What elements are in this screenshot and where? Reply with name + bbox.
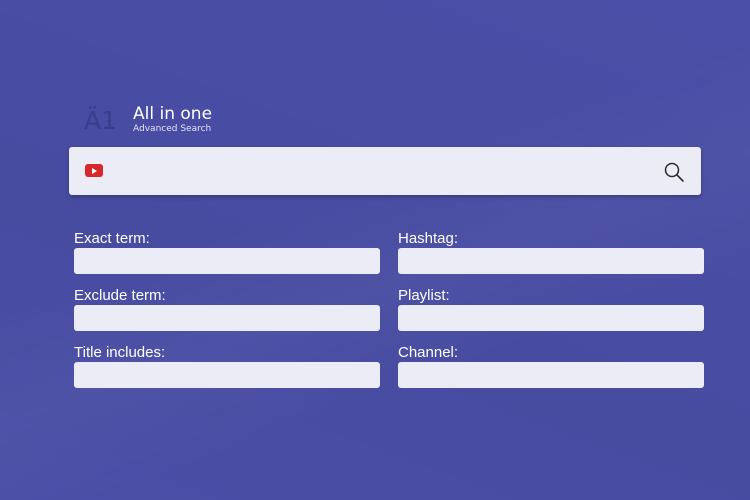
- channel-input[interactable]: [398, 362, 704, 388]
- hashtag-input[interactable]: [398, 248, 704, 274]
- search-input[interactable]: [117, 155, 651, 189]
- exclude-term-label: Exclude term:: [74, 287, 166, 304]
- search-icon[interactable]: [663, 161, 685, 183]
- youtube-icon[interactable]: [85, 164, 103, 177]
- exclude-term-input[interactable]: [74, 305, 380, 331]
- playlist-field: Playlist:: [398, 288, 704, 331]
- brand-subtitle: Advanced Search: [133, 124, 212, 134]
- channel-label: Channel:: [398, 344, 459, 361]
- playlist-input[interactable]: [398, 305, 704, 331]
- playlist-label: Playlist:: [398, 287, 450, 304]
- exact-term-field: Exact term:: [74, 231, 380, 274]
- title-includes-field: Title includes:: [74, 345, 380, 388]
- hashtag-field: Hashtag:: [398, 231, 704, 274]
- hashtag-label: Hashtag:: [398, 230, 459, 247]
- brand-logo: Ä1 All in one Advanced Search: [84, 106, 212, 134]
- exact-term-input[interactable]: [74, 248, 380, 274]
- channel-field: Channel:: [398, 345, 704, 388]
- title-includes-label: Title includes:: [74, 344, 166, 361]
- brand-title: All in one: [133, 104, 213, 124]
- logo-mark: Ä1: [84, 106, 118, 135]
- exclude-term-field: Exclude term:: [74, 288, 380, 331]
- search-bar: [69, 147, 701, 195]
- brand-text: All in one Advanced Search: [133, 106, 212, 134]
- exact-term-label: Exact term:: [74, 230, 150, 247]
- title-includes-input[interactable]: [74, 362, 380, 388]
